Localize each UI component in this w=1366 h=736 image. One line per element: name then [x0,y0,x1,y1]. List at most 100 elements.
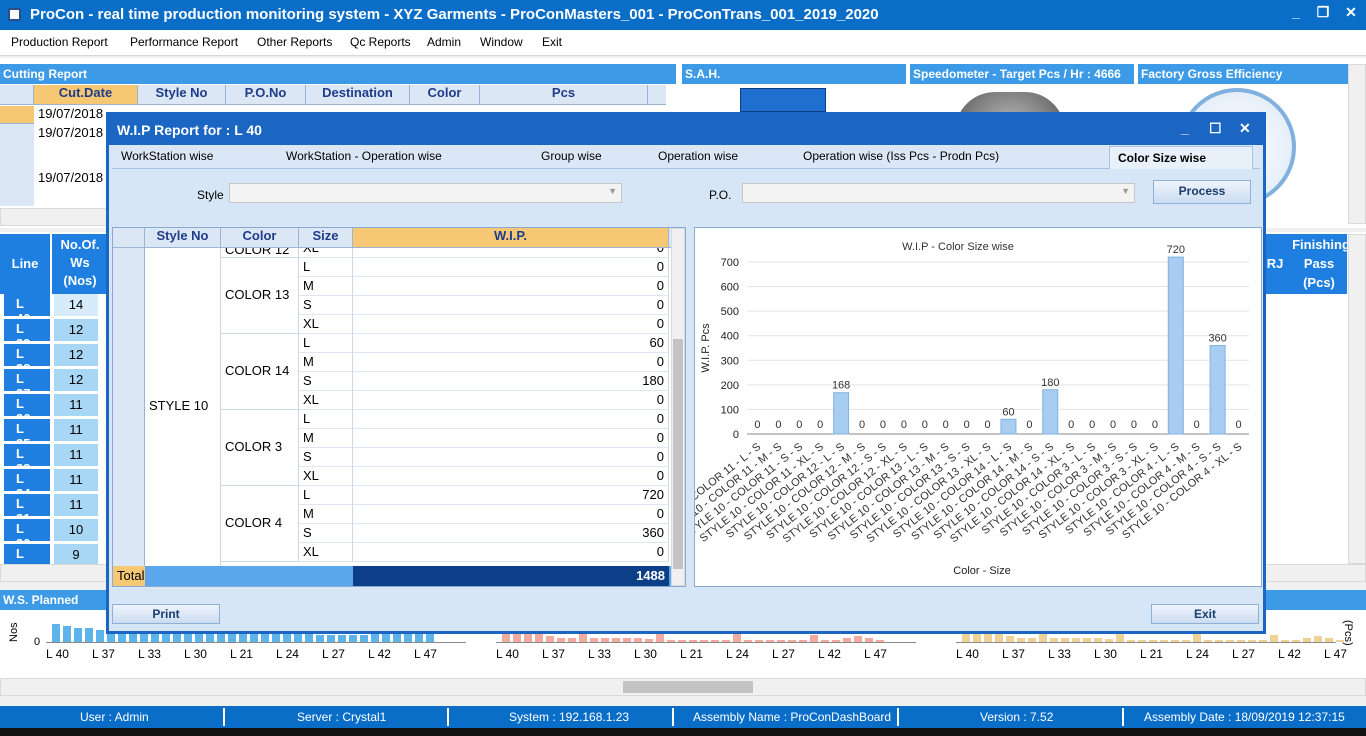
table-row[interactable]: L 720 [113,486,687,505]
table-row[interactable]: L 60 [113,334,687,353]
ws-count-cell: 11 [54,444,98,466]
dialog-maximize-button[interactable]: ☐ [1209,120,1222,137]
mini-bar [74,628,82,642]
tab-workstation-operation-wise[interactable]: WorkStation - Operation wise [286,149,442,163]
data-label: 0 [984,419,990,431]
chevron-down-icon: ▼ [1121,186,1130,196]
col-color[interactable]: Color [410,85,480,105]
chevron-down-icon: ▼ [608,186,617,196]
wip-cell: 0 [353,353,669,372]
data-label: 0 [859,419,865,431]
table-row[interactable]: S 360 [113,524,687,543]
close-button[interactable]: ✕ [1338,4,1364,21]
style-combo[interactable]: ▼ [229,183,622,203]
dialog-close-button[interactable]: ✕ [1239,120,1251,137]
line-cell[interactable]: L 31 [4,494,50,526]
right-pcs-label: (Pcs) [1342,620,1354,646]
data-label: 0 [901,419,907,431]
line-cell[interactable]: L 33 [4,444,50,476]
restore-button[interactable]: ❐ [1310,4,1336,21]
finishing-col-header: RJ Finishing Pass (Pcs) [1265,234,1350,294]
tab-group-wise[interactable]: Group wise [541,149,602,163]
table-row[interactable]: M 0 [113,429,687,448]
line-cell[interactable]: L 36 [4,394,50,426]
mini-x-label: L 21 [1140,647,1163,661]
table-row[interactable]: S 0 [113,448,687,467]
factory-efficiency-header: Factory Gross Efficiency [1138,64,1348,84]
table-row[interactable]: L 0 [113,258,687,277]
line-cell[interactable]: L 39 [4,319,50,351]
wip-v-scrollbar[interactable] [671,228,685,586]
col-cut-date[interactable]: Cut.Date [34,85,138,105]
menu-other-reports[interactable]: Other Reports [257,35,332,49]
wip-bar-chart: W.I.P - Color Size wise 0 100 200 300 400 500 6… [659,241,1249,577]
exit-button[interactable]: Exit [1151,604,1259,624]
wip-col-size[interactable]: Size [299,228,353,248]
wip-cell: 180 [353,372,669,391]
size-cell: XL [299,248,353,258]
table-row[interactable]: M 0 [113,505,687,524]
data-label: 360 [1208,333,1226,345]
top-v-scrollbar[interactable] [1348,64,1366,224]
main-h-scrollbar[interactable] [0,678,1366,696]
table-row[interactable]: L 0 [113,410,687,429]
col-po-no[interactable]: P.O.No [226,85,306,105]
process-button[interactable]: Process [1153,180,1251,204]
menu-performance-report[interactable]: Performance Report [130,35,238,49]
data-label: 0 [964,419,970,431]
wip-cell: 0 [353,505,669,524]
menu-window[interactable]: Window [480,35,523,49]
mini-x-label: L 42 [368,647,391,661]
line-cell[interactable]: L 40 [4,294,50,326]
wip-cell: 0 [353,248,669,258]
size-cell: L [299,486,353,505]
tab-operation-wise-iss[interactable]: Operation wise (Iss Pcs - Prodn Pcs) [803,149,999,163]
ws-count-cell: 11 [54,494,98,516]
tab-color-size-wise[interactable]: Color Size wise [1109,146,1253,169]
mini-bar [250,634,258,642]
table-row[interactable]: XL 0 [113,467,687,486]
line-cell[interactable]: L 37 [4,369,50,401]
wip-col-style[interactable]: Style No [145,228,221,248]
line-cell[interactable]: L 35 [4,419,50,451]
size-cell: S [299,524,353,543]
line-cell[interactable]: L 38 [4,344,50,376]
table-row[interactable]: XL 0 [113,248,687,258]
line-cell[interactable]: L 32 [4,544,50,576]
table-row[interactable]: XL 0 [113,315,687,334]
col-style-no[interactable]: Style No [138,85,226,105]
table-row[interactable]: S 0 [113,296,687,315]
po-combo[interactable]: ▼ [742,183,1135,203]
data-label: 180 [1041,377,1059,389]
mini-x-label: L 47 [414,647,437,661]
mini-x-label: L 40 [956,647,979,661]
menu-exit[interactable]: Exit [542,35,562,49]
line-cell[interactable]: L 34 [4,469,50,501]
col-destination[interactable]: Destination [306,85,410,105]
table-row[interactable]: M 0 [113,277,687,296]
table-row[interactable]: S 180 [113,372,687,391]
scroll-thumb[interactable] [623,681,753,693]
data-label: 0 [1131,419,1137,431]
mini-x-label: L 30 [634,647,657,661]
sah-panel-header: S.A.H. [682,64,906,84]
wip-col-color[interactable]: Color [221,228,299,248]
table-row[interactable]: XL 0 [113,543,687,562]
table-row[interactable]: XL 0 [113,391,687,410]
col-pcs[interactable]: Pcs [480,85,648,105]
mini-x-label: L 37 [1002,647,1025,661]
menu-qc-reports[interactable]: Qc Reports [350,35,411,49]
menu-admin[interactable]: Admin [427,35,461,49]
print-button[interactable]: Print [112,604,220,624]
wip-scroll-thumb[interactable] [673,339,683,569]
menu-production-report[interactable]: Production Report [11,35,108,49]
table-row[interactable]: M 0 [113,353,687,372]
line-v-scrollbar[interactable] [1348,234,1366,564]
minimize-button[interactable]: _ [1283,4,1309,20]
mini-x-label: L 42 [818,647,841,661]
tab-operation-wise[interactable]: Operation wise [658,149,738,163]
line-cell[interactable]: L 30 [4,519,50,551]
tab-workstation-wise[interactable]: WorkStation wise [121,149,213,163]
wip-col-wip[interactable]: W.I.P. [353,228,669,248]
dialog-minimize-button[interactable]: _ [1181,120,1189,136]
